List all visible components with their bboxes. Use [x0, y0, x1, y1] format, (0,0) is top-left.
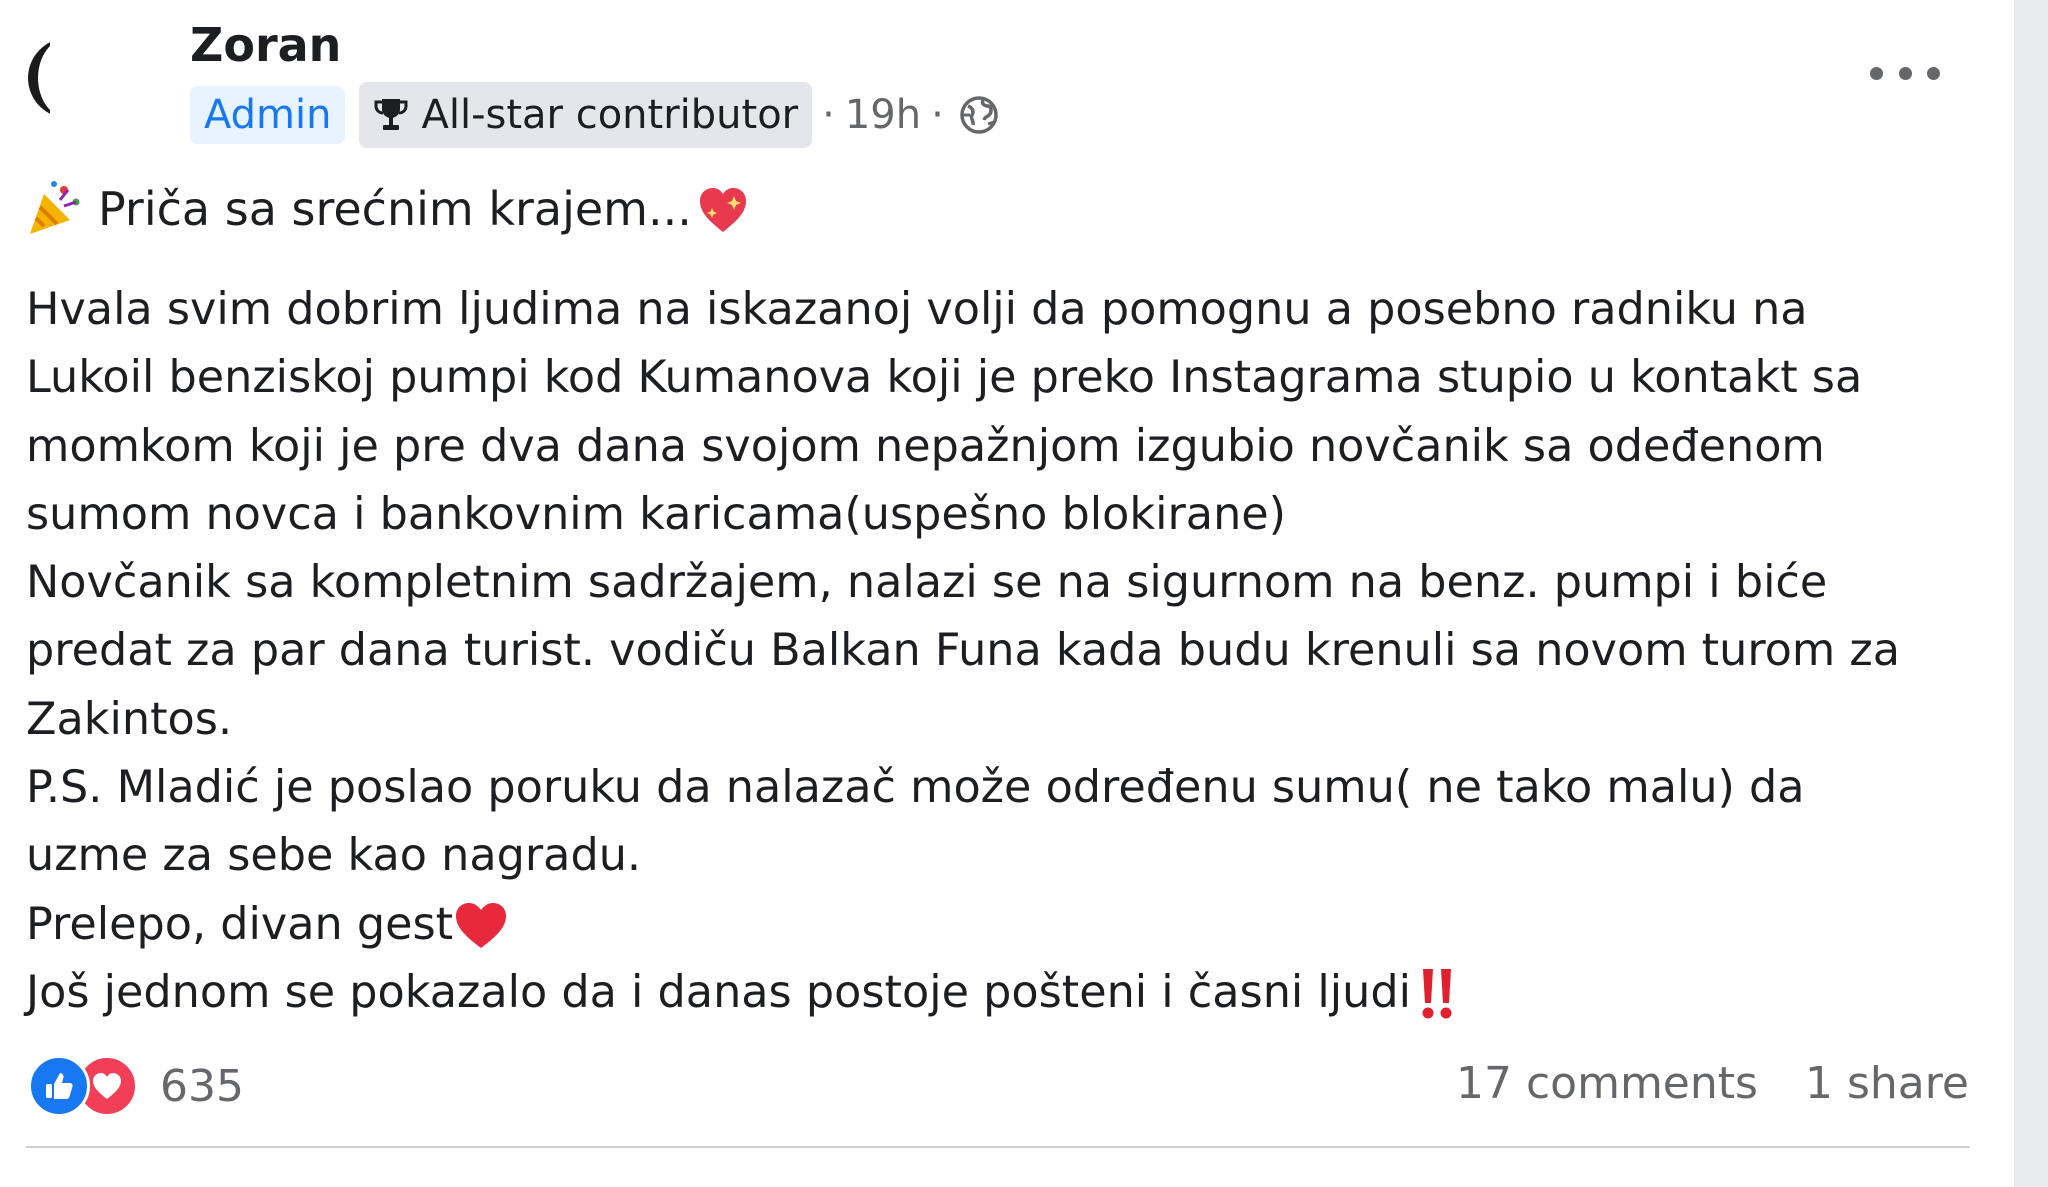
red-heart-icon	[453, 900, 509, 950]
allstar-label: All-star contributor	[421, 92, 799, 138]
more-dot-icon	[1870, 66, 1883, 80]
reactions-summary[interactable]: 635	[28, 1055, 244, 1117]
admin-badge[interactable]: Admin	[190, 86, 346, 144]
post-title-text: Priča sa srećnim krajem...	[98, 182, 692, 236]
comments-count-link[interactable]: 17 comments	[1456, 1058, 1758, 1109]
double-exclamation-icon	[1417, 965, 1457, 1021]
more-options-button[interactable]	[1870, 48, 1940, 98]
globe-icon[interactable]	[958, 94, 1000, 136]
post-body-line: uzme za sebe kao nagradu.	[26, 830, 642, 882]
allstar-badge[interactable]: All-star contributor	[359, 82, 813, 148]
author-name[interactable]: Zoran	[190, 18, 341, 72]
meta-separator: ·	[822, 92, 835, 138]
post-body-line: Novčanik sa kompletnim sadržajem, nalazi…	[26, 557, 1828, 609]
post-body-line-with-heart: Prelepo, divan gest	[26, 891, 1986, 959]
post-body-line: Zakintos.	[26, 693, 233, 745]
reaction-count: 635	[160, 1060, 244, 1112]
footer-divider	[26, 1146, 1970, 1148]
shares-count-link[interactable]: 1 share	[1805, 1058, 1969, 1109]
post-body-line: momkom koji je pre dva dana svojom nepaž…	[26, 420, 1825, 472]
more-dot-icon	[1898, 66, 1912, 80]
post-card: Zoran Admin All-star contributor · 19h ·	[0, 0, 2014, 1187]
post-body-line: P.S. Mladić je poslao poruku da nalazač …	[26, 762, 1805, 814]
post-body-line-with-exclamation: Još jednom se pokazalo da i danas postoj…	[26, 959, 1986, 1027]
post-body-line-text: Još jednom se pokazalo da i danas postoj…	[26, 966, 1411, 1018]
like-reaction-icon	[28, 1055, 90, 1117]
sparkling-heart-icon	[696, 182, 750, 236]
more-dot-icon	[1927, 66, 1940, 80]
party-popper-icon	[26, 180, 84, 238]
page-background-strip	[2014, 0, 2048, 1187]
post-body-line-text: Prelepo, divan gest	[26, 898, 454, 950]
post-title: Priča sa srećnim krajem...	[26, 180, 750, 238]
post-timestamp[interactable]: 19h	[845, 92, 921, 138]
avatar[interactable]	[20, 30, 50, 125]
post-meta: Admin All-star contributor · 19h ·	[190, 82, 1000, 148]
post-body-line: predat za par dana turist. vodiču Balkan…	[26, 625, 1900, 677]
post-body-line: Lukoil benziskoj pumpi kod Kumanova koji…	[26, 352, 1863, 404]
meta-separator: ·	[931, 92, 944, 138]
trophy-icon	[373, 96, 409, 134]
post-body: Hvala svim dobrim ljudima na iskazanoj v…	[26, 276, 1986, 1027]
post-body-line: Hvala svim dobrim ljudima na iskazanoj v…	[26, 284, 1808, 335]
post-body-line: sumom novca i bankovnim karicama(uspešno…	[26, 488, 1287, 540]
